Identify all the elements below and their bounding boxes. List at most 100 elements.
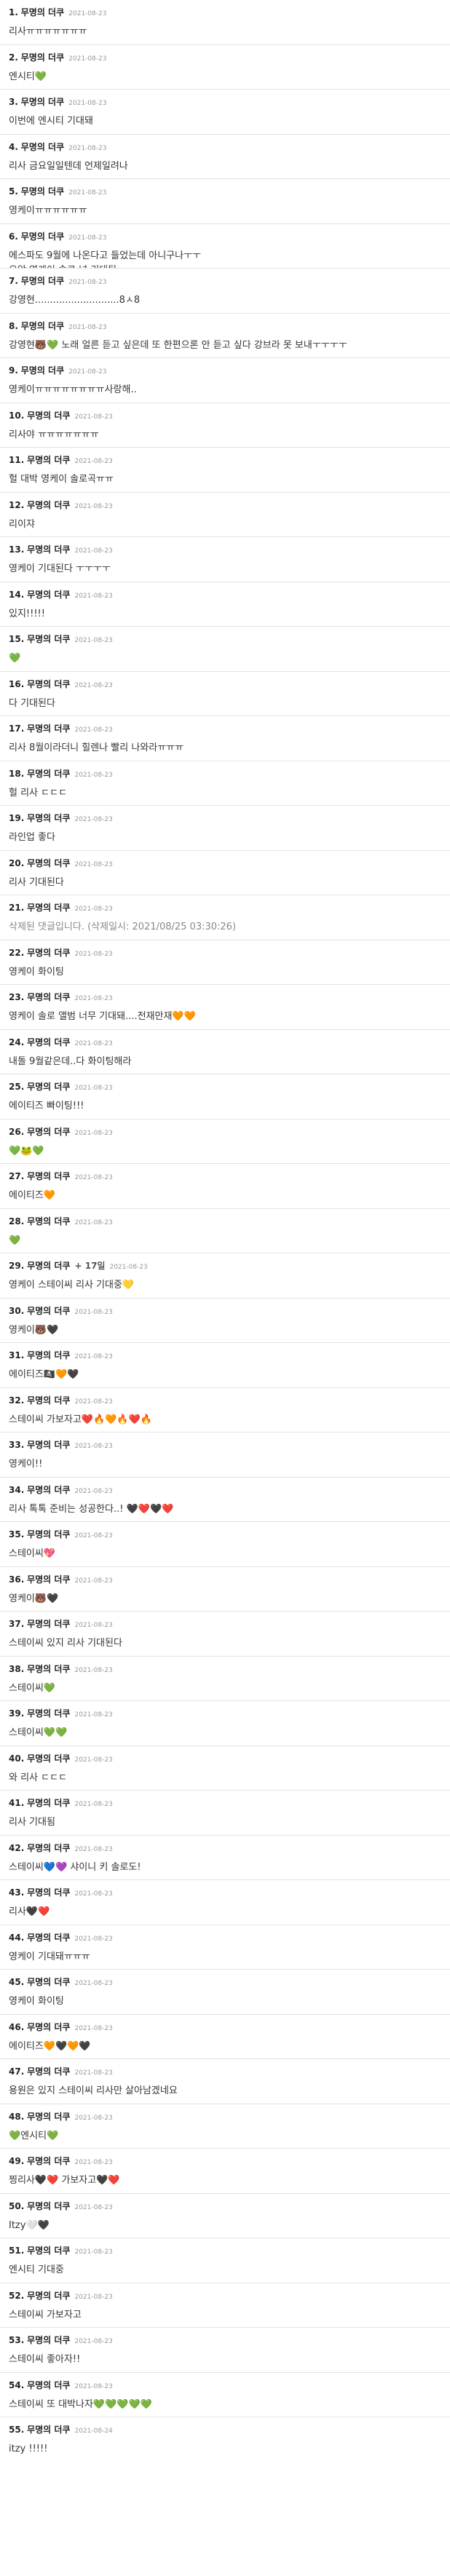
comment-header: 24. 무명의 더쿠 2021-08-23 (9, 1036, 441, 1050)
comment-author[interactable]: 무명의 더쿠 (27, 2201, 70, 2211)
comment-item: 16. 무명의 더쿠 2021-08-23 다 기대된다 (0, 672, 450, 716)
comment-number: 54. (9, 2379, 25, 2390)
comment-author[interactable]: 무명의 더쿠 (27, 1708, 70, 1719)
comment-text: 💚 (9, 653, 21, 664)
comment-text: 이번에 엔시티 기대돼 (9, 116, 93, 127)
comment-author[interactable]: 무명의 더쿠 (27, 1753, 70, 1764)
comment-author[interactable]: 무명의 더쿠 (27, 2425, 70, 2435)
comment-author[interactable]: 무명의 더쿠 (27, 1798, 70, 1808)
comment-author[interactable]: 무명의 더쿠 (27, 813, 70, 823)
comment-item: 37. 무명의 더쿠 2021-08-23 스테이씨 있지 리사 기대된다 (0, 1612, 450, 1657)
comment-date: 2021-08-23 (74, 1577, 113, 1585)
comment-author[interactable]: 무명의 더쿠 (21, 276, 64, 286)
comment-number: 39. (9, 1708, 25, 1719)
comment-author[interactable]: 무명의 더쿠 (27, 1440, 70, 1450)
comment-author[interactable]: 무명의 더쿠 (27, 2156, 70, 2166)
comment-author[interactable]: 무명의 더쿠 (27, 2380, 70, 2390)
comment-author[interactable]: 무명의 더쿠 (27, 411, 70, 421)
comment-item: 52. 무명의 더쿠 2021-08-23 스테이씨 가보자고 (0, 2283, 450, 2328)
comment-date: 2021-08-23 (74, 2159, 113, 2166)
comment-item: 11. 무명의 더쿠 2021-08-23 헐 대박 영케이 솔로곡ㅠㅠ (0, 448, 450, 493)
comment-author[interactable]: 무명의 더쿠 (21, 7, 64, 17)
comment-author[interactable]: 무명의 더쿠 (21, 365, 64, 376)
comment-author[interactable]: 무명의 더쿠 (21, 231, 64, 242)
comment-item: 43. 무명의 더쿠 2021-08-23 리사🖤❤️ (0, 1880, 450, 1925)
comment-author[interactable]: 무명의 더쿠 (27, 2112, 70, 2122)
comment-number: 30. (9, 1305, 25, 1316)
comment-item: 49. 무명의 더쿠 2021-08-23 찡리사🖤❤️ 가보자고🖤❤️ (0, 2149, 450, 2194)
comment-author[interactable]: 무명의 더쿠 (27, 634, 70, 644)
comment-date: 2021-08-23 (74, 1756, 113, 1764)
comment-author[interactable]: 무명의 더쿠 (27, 1529, 70, 1539)
comment-text: 에이티즈🧡🖤🧡🖤 (9, 2040, 91, 2052)
comment-item: 39. 무명의 더쿠 2021-08-23 스테이씨💚💚 (0, 1701, 450, 1746)
comment-header: 9. 무명의 더쿠 2021-08-23 (9, 364, 441, 379)
comment-author[interactable]: 무명의 더쿠 (27, 1350, 70, 1360)
comment-text: 영케이 기대된다 ㅜㅜㅜㅜ (9, 563, 111, 574)
comment-author[interactable]: 무명의 더쿠 (27, 455, 70, 465)
comment-date: 2021-08-23 (74, 1487, 113, 1495)
comment-author[interactable]: 무명의 더쿠 (21, 52, 64, 63)
comment-author[interactable]: 무명의 더쿠 (27, 2246, 70, 2256)
comment-author[interactable]: 무명의 더쿠 (27, 1485, 70, 1495)
comment-text: 스테이씨 가보자고❤️🔥🧡🔥❤️🔥 (9, 1414, 152, 1425)
comment-author[interactable]: 무명의 더쿠 (27, 1127, 70, 1137)
comment-author[interactable]: 무명의 더쿠 (27, 1037, 70, 1047)
comment-author[interactable]: 무명의 더쿠 (27, 1664, 70, 1674)
comment-author[interactable]: 무명의 더쿠 (27, 1843, 70, 1853)
comment-item: 18. 무명의 더쿠 2021-08-23 헐 리사 ㄷㄷㄷ (0, 761, 450, 806)
comment-author[interactable]: 무명의 더쿠 (27, 724, 70, 734)
comment-number: 41. (9, 1798, 25, 1808)
comment-item: 20. 무명의 더쿠 2021-08-23 리사 기대된다 (0, 851, 450, 895)
comment-author[interactable]: 무명의 더쿠 (27, 590, 70, 600)
comment-date: 2021-08-23 (74, 1039, 113, 1047)
comment-header: 11. 무명의 더쿠 2021-08-23 (9, 453, 441, 468)
comment-author[interactable]: 무명의 더쿠 (27, 1933, 70, 1943)
comment-author[interactable]: 무명의 더쿠 (21, 321, 64, 331)
comment-item: 6. 무명의 더쿠 2021-08-23 에스파도 9월에 나온다고 들었는데 아니… (0, 224, 450, 269)
comment-author[interactable]: 무명의 더쿠 (27, 1395, 70, 1406)
comment-author[interactable]: 무명의 더쿠 (21, 142, 64, 152)
comment-author[interactable]: 무명의 더쿠 (27, 1977, 70, 1987)
comment-author[interactable]: 무명의 더쿠 (27, 544, 70, 555)
comment-number: 32. (9, 1395, 25, 1406)
comment-text: 스테이씨 좋아자!! (9, 2354, 81, 2365)
comment-item: 25. 무명의 더쿠 2021-08-23 에이티즈 빠이팅!!! (0, 1074, 450, 1119)
comment-author[interactable]: 무명의 더쿠 (27, 500, 70, 510)
comment-author[interactable]: 무명의 더쿠 (27, 2291, 70, 2301)
comment-author[interactable]: 무명의 더쿠 (27, 2066, 70, 2077)
comment-author[interactable]: 무명의 더쿠 (27, 903, 70, 913)
comment-list: 1. 무명의 더쿠 2021-08-23 리사ㅠㅠㅠㅠㅠㅠㅠ 2. 무명의 더쿠 202… (0, 0, 450, 2462)
comment-author[interactable]: 무명의 더쿠 (27, 1082, 70, 1092)
comment-author[interactable]: 무명의 더쿠 (27, 1171, 70, 1181)
comment-item: 28. 무명의 더쿠 2021-08-23 💚 (0, 1209, 450, 1253)
comment-author[interactable]: 무명의 더쿠 (27, 1306, 70, 1316)
comment-number: 14. (9, 589, 25, 600)
comment-author[interactable]: 무명의 더쿠 (27, 948, 70, 958)
comment-item: 4. 무명의 더쿠 2021-08-23 리사 금요일일텐데 언제일려나 (0, 135, 450, 179)
comment-item: 29. 무명의 더쿠 + 17일 2021-08-23 영케이 스테이씨 리사 기대중… (0, 1253, 450, 1299)
comment-author[interactable]: 무명의 더쿠 (27, 769, 70, 779)
comment-author[interactable]: 무명의 더쿠 (27, 679, 70, 689)
comment-number: 42. (9, 1842, 25, 1853)
comment-author[interactable]: 무명의 더쿠 (27, 992, 70, 1002)
comment-author[interactable]: 무명의 더쿠 (27, 2335, 70, 2345)
comment-item: 38. 무명의 더쿠 2021-08-23 스테이씨💚 (0, 1657, 450, 1701)
comment-author[interactable]: 무명의 더쿠 (27, 1216, 70, 1226)
comment-author[interactable]: 무명의 더쿠 (27, 2022, 70, 2032)
comment-author[interactable]: 무명의 더쿠 (27, 858, 70, 868)
comment-header: 16. 무명의 더쿠 2021-08-23 (9, 678, 441, 692)
comment-author[interactable]: 무명의 더쿠 (21, 97, 64, 107)
comment-author[interactable]: 무명의 더쿠 (27, 1619, 70, 1629)
comment-item: 40. 무명의 더쿠 2021-08-23 와 리사 ㄷㄷㄷ (0, 1746, 450, 1791)
comment-author[interactable]: 무명의 더쿠 (21, 186, 64, 197)
comment-text: 스테이씨💖 (9, 1548, 56, 1559)
comment-author[interactable]: 무명의 더쿠 (27, 1574, 70, 1585)
comment-header: 30. 무명의 더쿠 2021-08-23 (9, 1304, 441, 1319)
comment-header: 45. 무명의 더쿠 2021-08-23 (9, 1975, 441, 1990)
comment-header: 37. 무명의 더쿠 2021-08-23 (9, 1617, 441, 1632)
comment-author[interactable]: 무명의 더쿠 (27, 1887, 70, 1898)
comment-author[interactable]: 무명의 더쿠 (27, 1261, 70, 1271)
comment-number: 22. (9, 947, 25, 958)
comment-date: 2021-08-23 (74, 726, 113, 734)
